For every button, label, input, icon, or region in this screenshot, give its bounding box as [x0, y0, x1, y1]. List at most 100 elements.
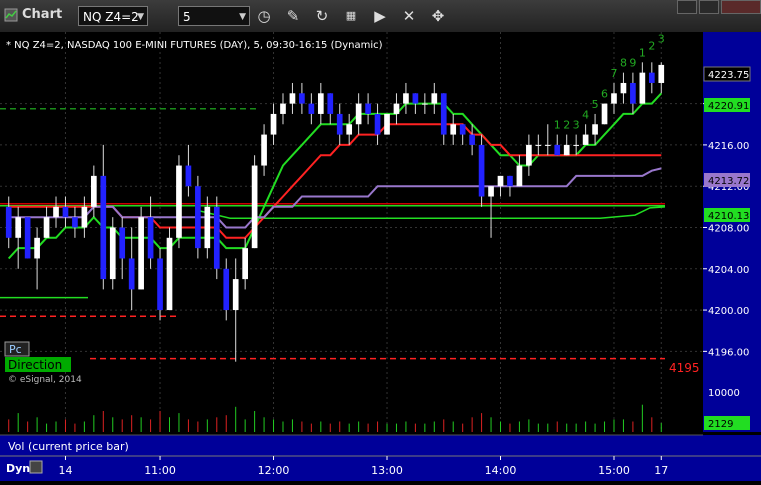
candle-body [100, 175, 107, 280]
td-count: 2 [648, 39, 655, 52]
time-tick-label: 13:00 [371, 464, 403, 477]
candle-body [62, 206, 69, 218]
candle-body [251, 165, 258, 249]
td-count: 5 [592, 98, 599, 111]
green-ma-value: 4220.91 [708, 101, 749, 112]
candle-body [355, 103, 362, 125]
time-tick-label: 14 [58, 464, 72, 477]
td-count: 6 [601, 88, 608, 101]
purple-ma-value: 4213.72 [708, 176, 749, 187]
candle-body [213, 206, 220, 269]
candle-body [507, 175, 513, 187]
candle-body [280, 103, 286, 114]
candle-body [327, 93, 334, 114]
td-count: 3 [658, 32, 665, 45]
pc-label: Pc [9, 343, 22, 356]
price-tick-label: 4216.00 [708, 141, 749, 152]
candle-body [563, 144, 570, 156]
pencil-icon[interactable]: ✎ [283, 6, 303, 26]
candle-body [365, 103, 371, 114]
close-window-button[interactable] [721, 0, 761, 14]
candle-body [232, 279, 239, 311]
chart-app-icon [4, 8, 18, 22]
symbol-dropdown[interactable]: NQ Z4=2 ▼ [78, 6, 148, 26]
time-tick-label: 12:00 [258, 464, 290, 477]
candle-body [336, 113, 343, 135]
candle-body [422, 103, 428, 105]
direction-label: Direction [8, 358, 62, 372]
maximize-button[interactable] [699, 0, 719, 14]
green-band-value: 4210.13 [708, 211, 749, 222]
candle-body [431, 93, 438, 104]
window-title: Chart [22, 7, 63, 22]
candle-body [223, 268, 230, 311]
volume-label: Vol (current price bar) [8, 440, 129, 453]
chevron-down-icon: ▼ [137, 12, 144, 22]
td-count: 3 [573, 119, 580, 132]
candle-body [544, 144, 551, 146]
candle-body [450, 124, 457, 135]
candle-body [176, 165, 182, 238]
last-price-value: 4223.75 [708, 70, 749, 81]
candle-body [195, 186, 201, 249]
candle-body [393, 103, 400, 114]
candle-body [526, 144, 532, 166]
candle-body [270, 113, 277, 135]
candle-body [317, 93, 324, 114]
candle-body [535, 144, 542, 146]
price-chart[interactable]: 4220.04216.004212.004208.004204.004200.0… [0, 32, 761, 481]
td-count: 1 [639, 46, 646, 59]
candle-body [166, 237, 173, 311]
price-tick-label: 4208.00 [708, 223, 749, 234]
time-tick-label: 14:00 [485, 464, 517, 477]
candle-body [185, 165, 192, 187]
candle-body [138, 217, 144, 290]
clock-icon[interactable]: ◷ [254, 6, 274, 26]
candle-body [119, 227, 126, 259]
interval-value: 5 [183, 10, 191, 24]
zoom-icon[interactable] [29, 460, 43, 474]
data-grid-icon[interactable]: ▦ [341, 6, 361, 26]
td-count: 4 [582, 108, 589, 121]
candle-body [478, 144, 485, 197]
chart-area[interactable]: 4220.04216.004212.004208.004204.004200.0… [0, 32, 761, 481]
candle-body [648, 72, 655, 83]
candle-body [109, 227, 116, 280]
td-count: 1 [554, 119, 561, 132]
candle-body [24, 217, 31, 259]
td-count: 8 [620, 57, 627, 70]
candle-body [15, 217, 22, 238]
candle-body [630, 82, 636, 104]
candle-body [308, 103, 315, 114]
candle-body [72, 217, 78, 228]
candle-body [346, 124, 353, 135]
td-count: 9 [629, 57, 636, 70]
candle-body [620, 82, 627, 94]
close-icon[interactable]: ✕ [399, 6, 419, 26]
dyn-label: Dyn [6, 462, 30, 475]
play-icon[interactable]: ▶ [370, 6, 390, 26]
minimize-button[interactable] [677, 0, 697, 14]
candle-body [592, 124, 598, 135]
candle-body [440, 93, 447, 135]
candle-body [43, 217, 50, 238]
title-bar: Chart NQ Z4=2 ▼ 5 ▼ ◷ ✎ ↻ ▦ ▶ ✕ ✥ [0, 0, 761, 33]
td-count: 2 [563, 119, 570, 132]
interval-dropdown[interactable]: 5 ▼ [178, 6, 250, 26]
candle-body [658, 64, 665, 83]
candle-body [573, 144, 579, 146]
candle-body [289, 93, 296, 104]
level-label-4195: 4195 [669, 361, 700, 375]
candle-body [469, 134, 475, 145]
time-tick-label: 11:00 [144, 464, 176, 477]
candle-body [147, 217, 154, 259]
candle-body [639, 72, 646, 104]
volume-tick-10000: 10000 [708, 388, 740, 399]
candle-body [459, 124, 466, 135]
candle-body [5, 206, 12, 238]
candle-body [261, 134, 267, 166]
refresh-icon[interactable]: ↻ [312, 6, 332, 26]
move-icon[interactable]: ✥ [428, 6, 448, 26]
candle-body [299, 93, 305, 104]
candle-body [157, 258, 163, 311]
